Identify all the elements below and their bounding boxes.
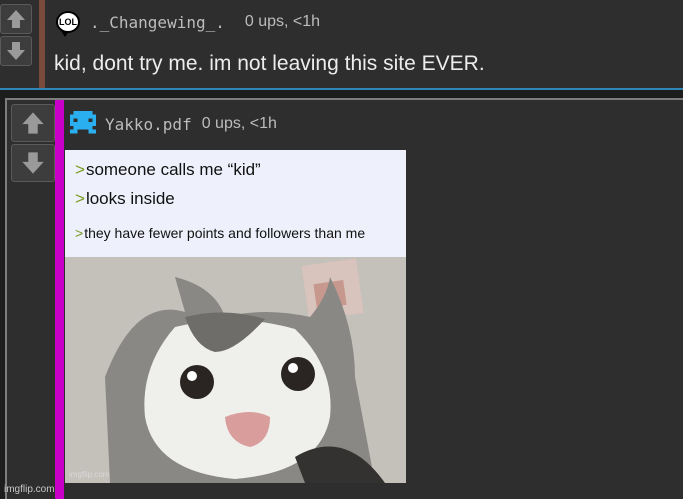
greentext-text: looks inside bbox=[85, 189, 175, 208]
imgflip-watermark: imgflip.com bbox=[4, 484, 55, 495]
comment-1-text: kid, dont try me. im not leaving this si… bbox=[54, 52, 485, 75]
greentext-line-2: > looks inside bbox=[75, 189, 175, 209]
cat-photo bbox=[65, 257, 406, 483]
upvote-arrow-icon bbox=[7, 10, 25, 28]
comment-meta: 0 ups, <1h bbox=[201, 115, 277, 132]
greentext-marker: > bbox=[75, 189, 85, 208]
greentext-marker: > bbox=[75, 225, 84, 241]
comment-2-indent-bar bbox=[55, 100, 64, 499]
meme-text-panel: > someone calls me “kid” > looks inside … bbox=[65, 150, 406, 257]
downvote-arrow-icon bbox=[22, 152, 44, 174]
vote-column-2 bbox=[11, 104, 55, 184]
greentext-text: someone calls me “kid” bbox=[85, 160, 261, 179]
comment-meta: 0 ups, <1h bbox=[244, 13, 321, 30]
greentext-line-3: > they have fewer points and followers t… bbox=[75, 225, 365, 241]
greentext-line-1: > someone calls me “kid” bbox=[75, 160, 261, 180]
comment-1-header: LOL ._Changewing_. 0 ups, <1h bbox=[56, 8, 321, 37]
lol-badge: LOL bbox=[56, 11, 80, 37]
username-link[interactable]: Yakko.pdf bbox=[105, 115, 192, 134]
upvote-arrow-icon bbox=[22, 112, 44, 134]
comment-1-indent-bar bbox=[39, 0, 45, 88]
downvote-button[interactable] bbox=[11, 144, 55, 182]
meme-image[interactable]: > someone calls me “kid” > looks inside … bbox=[65, 150, 406, 483]
pixel-invader-icon bbox=[70, 111, 96, 134]
comment-2-header: Yakko.pdf 0 ups, <1h bbox=[69, 110, 277, 138]
username-link[interactable]: ._Changewing_. bbox=[90, 13, 225, 32]
vote-column-1 bbox=[0, 4, 34, 68]
upvote-button[interactable] bbox=[11, 104, 55, 142]
downvote-button[interactable] bbox=[0, 36, 32, 66]
greentext-marker: > bbox=[75, 160, 85, 179]
cat-face-illustration bbox=[65, 257, 406, 483]
downvote-arrow-icon bbox=[7, 42, 25, 60]
greentext-text: they have fewer points and followers tha… bbox=[84, 225, 366, 241]
meme-watermark: imgflip.com bbox=[69, 470, 110, 479]
comment-1: LOL ._Changewing_. 0 ups, <1h kid, dont … bbox=[0, 0, 683, 90]
upvote-button[interactable] bbox=[0, 4, 32, 34]
